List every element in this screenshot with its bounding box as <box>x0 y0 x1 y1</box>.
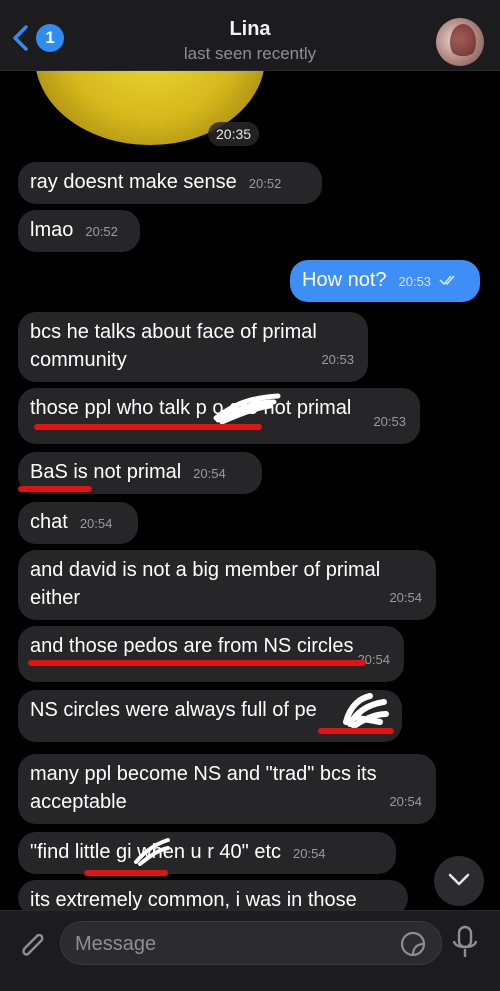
contact-status: last seen recently <box>183 44 317 63</box>
red-underline <box>318 728 394 734</box>
message-text-line: community <box>30 349 127 371</box>
message-text-line: and david is not a big member of primal <box>30 559 381 581</box>
message-bubble[interactable]: ray doesnt make sense 20:52 <box>18 162 322 204</box>
message-bubble[interactable]: chat 20:54 <box>18 502 138 544</box>
contact-name[interactable]: Lina <box>0 18 500 41</box>
paperclip-icon[interactable] <box>14 927 50 963</box>
message-time: 20:54 <box>389 794 422 809</box>
chat-header: 1 Lina last seen recently <box>0 0 500 71</box>
message-time: 20:52 <box>248 176 282 191</box>
red-underline <box>84 870 168 876</box>
message-text-line: either <box>30 587 81 609</box>
message-text-line: acceptable <box>30 791 127 813</box>
message-text-line: many ppl become NS and "trad" bcs its <box>30 763 377 785</box>
red-underline <box>34 424 262 430</box>
message-bubble[interactable]: and david is not a big member of primal … <box>18 550 436 620</box>
message-text: lmao <box>30 219 74 241</box>
message-text: NS circles were always full of pe <box>30 699 317 721</box>
message-text: chat <box>30 511 68 533</box>
scroll-down-button[interactable] <box>434 856 484 906</box>
message-time: 20:52 <box>85 224 118 239</box>
message-bubble[interactable]: bcs he talks about face of primal commun… <box>18 312 368 382</box>
message-bubble[interactable]: lmao 20:52 <box>18 210 140 252</box>
message-bubble[interactable]: "find little gi when u r 40" etc 20:54 <box>18 832 396 874</box>
message-time: 20:54 <box>389 590 422 605</box>
message-input-bar <box>0 910 500 991</box>
message-text: and those pedos are from NS circles <box>30 635 354 657</box>
message-time: 20:54 <box>193 466 226 481</box>
sticker-icon[interactable] <box>399 930 427 958</box>
message-time: 20:53 <box>321 352 354 367</box>
message-bubble[interactable]: and those pedos are from NS circles 20:5… <box>18 626 404 682</box>
message-field[interactable] <box>60 921 442 965</box>
message-time: 20:54 <box>79 516 113 531</box>
chevron-down-icon <box>448 873 470 886</box>
sticker-timestamp: 20:35 <box>208 122 260 146</box>
message-time: 20:53 <box>373 414 406 429</box>
double-check-icon <box>439 275 455 286</box>
red-underline <box>28 660 366 666</box>
message-time: 20:54 <box>293 846 326 861</box>
message-text-line: bcs he talks about face of primal <box>30 321 317 343</box>
red-underline <box>18 486 92 492</box>
message-text: How not? <box>302 269 387 291</box>
message-text: ray doesnt make sense <box>30 171 237 193</box>
outgoing-message-bubble[interactable]: How not? 20:53 <box>290 260 480 302</box>
scribble-mark <box>134 838 170 866</box>
microphone-icon[interactable] <box>450 925 480 961</box>
avatar[interactable] <box>436 18 484 66</box>
message-text: BaS is not primal <box>30 461 182 483</box>
scribble-mark <box>343 693 389 728</box>
message-time: 20:53 <box>398 274 432 289</box>
message-input[interactable] <box>73 928 377 960</box>
scribble-mark <box>213 393 281 424</box>
message-bubble[interactable]: many ppl become NS and "trad" bcs its ac… <box>18 754 436 824</box>
